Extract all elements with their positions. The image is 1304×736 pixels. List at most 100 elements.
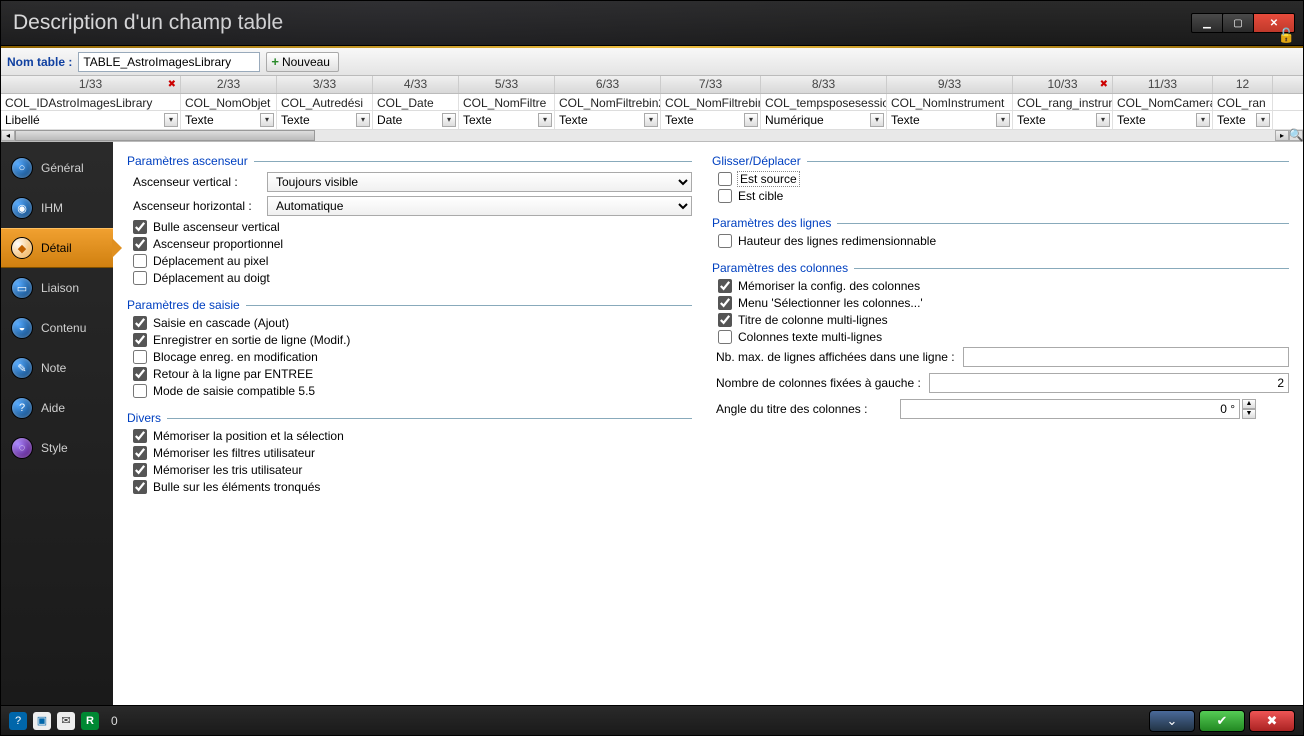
chk-memoriser-tris[interactable] — [133, 463, 147, 477]
r-icon[interactable]: R — [81, 712, 99, 730]
col-delete-icon[interactable]: ✖ — [1100, 79, 1108, 90]
col-num-5[interactable]: 5/33 — [459, 76, 555, 93]
chk-titre-multilignes[interactable] — [718, 313, 732, 327]
help-icon[interactable]: ? — [9, 712, 27, 730]
col-type-11[interactable]: Texte▾ — [1113, 111, 1213, 128]
dropdown-icon[interactable]: ▾ — [996, 113, 1010, 127]
dropdown-button[interactable]: ⌄ — [1149, 710, 1195, 732]
chk-est-cible[interactable] — [718, 189, 732, 203]
col-num-12[interactable]: 12 — [1213, 76, 1273, 93]
vscroll-select[interactable]: Toujours visible — [267, 172, 692, 192]
angle-up-button[interactable]: ▲ — [1242, 399, 1256, 409]
chk-bulle-tronques[interactable] — [133, 480, 147, 494]
col-type-4[interactable]: Date▾ — [373, 111, 459, 128]
col-num-7[interactable]: 7/33 — [661, 76, 761, 93]
sidebar-item-contenu[interactable]: ◒Contenu — [1, 308, 113, 348]
col-type-7[interactable]: Texte▾ — [661, 111, 761, 128]
columns-hscrollbar[interactable]: ◂ ▸ 🔍 — [1, 129, 1303, 141]
chk-memoriser-pos[interactable] — [133, 429, 147, 443]
chk-menu-select-cols[interactable] — [718, 296, 732, 310]
angle-down-button[interactable]: ▼ — [1242, 409, 1256, 419]
chk-memoriser-filtres[interactable] — [133, 446, 147, 460]
angle-input[interactable] — [900, 399, 1240, 419]
sidebar-item-ihm[interactable]: ◉IHM — [1, 188, 113, 228]
sidebar-item-aide[interactable]: ?Aide — [1, 388, 113, 428]
chk-texte-multilignes[interactable] — [718, 330, 732, 344]
sidebar-item-général[interactable]: ○Général — [1, 148, 113, 188]
col-head-6[interactable]: COL_NomFiltrebin2 — [555, 94, 661, 111]
chk-deplacement-pixel[interactable] — [133, 254, 147, 268]
col-type-5[interactable]: Texte▾ — [459, 111, 555, 128]
sidebar-item-liaison[interactable]: ▭Liaison — [1, 268, 113, 308]
cancel-button[interactable]: ✖ — [1249, 710, 1295, 732]
chk-bulle-vscroll[interactable] — [133, 220, 147, 234]
dropdown-icon[interactable]: ▾ — [260, 113, 274, 127]
mail-icon[interactable]: ✉ — [57, 712, 75, 730]
scroll-thumb[interactable] — [15, 130, 315, 141]
chk-cascade[interactable] — [133, 316, 147, 330]
col-type-9[interactable]: Texte▾ — [887, 111, 1013, 128]
image-icon[interactable]: ▣ — [33, 712, 51, 730]
col-head-1[interactable]: COL_IDAstroImagesLibrary — [1, 94, 181, 111]
table-name-input[interactable] — [78, 52, 260, 72]
dropdown-icon[interactable]: ▾ — [1096, 113, 1110, 127]
col-num-11[interactable]: 11/33 — [1113, 76, 1213, 93]
col-type-8[interactable]: Numérique▾ — [761, 111, 887, 128]
hscroll-select[interactable]: Automatique — [267, 196, 692, 216]
sidebar-item-style[interactable]: ◌Style — [1, 428, 113, 468]
col-num-9[interactable]: 9/33 — [887, 76, 1013, 93]
chk-retour-entree[interactable] — [133, 367, 147, 381]
chk-memoriser-config[interactable] — [718, 279, 732, 293]
scroll-right-button[interactable]: ▸ — [1275, 130, 1289, 141]
chk-deplacement-doigt[interactable] — [133, 271, 147, 285]
chk-enregistrer-sortie[interactable] — [133, 333, 147, 347]
col-head-8[interactable]: COL_tempsposesession — [761, 94, 887, 111]
col-head-11[interactable]: COL_NomCamera — [1113, 94, 1213, 111]
dropdown-icon[interactable]: ▾ — [644, 113, 658, 127]
col-head-3[interactable]: COL_Autredési — [277, 94, 373, 111]
col-type-2[interactable]: Texte▾ — [181, 111, 277, 128]
dropdown-icon[interactable]: ▾ — [164, 113, 178, 127]
sidebar-item-détail[interactable]: ◆Détail — [1, 228, 113, 268]
dropdown-icon[interactable]: ▾ — [1256, 113, 1270, 127]
max-lines-input[interactable] — [963, 347, 1289, 367]
dropdown-icon[interactable]: ▾ — [1196, 113, 1210, 127]
col-type-3[interactable]: Texte▾ — [277, 111, 373, 128]
dropdown-icon[interactable]: ▾ — [356, 113, 370, 127]
maximize-button[interactable]: ▢ — [1222, 13, 1254, 33]
chk-est-source[interactable] — [718, 172, 732, 186]
chk-blocage[interactable] — [133, 350, 147, 364]
col-head-9[interactable]: COL_NomInstrument — [887, 94, 1013, 111]
col-num-10[interactable]: 10/33✖ — [1013, 76, 1113, 93]
col-num-8[interactable]: 8/33 — [761, 76, 887, 93]
col-head-5[interactable]: COL_NomFiltre — [459, 94, 555, 111]
col-type-10[interactable]: Texte▾ — [1013, 111, 1113, 128]
col-delete-icon[interactable]: ✖ — [168, 79, 176, 90]
col-head-12[interactable]: COL_ran — [1213, 94, 1273, 111]
col-head-7[interactable]: COL_NomFiltrebin3 — [661, 94, 761, 111]
sidebar-item-note[interactable]: ✎Note — [1, 348, 113, 388]
new-button[interactable]: +Nouveau — [266, 52, 339, 72]
col-head-2[interactable]: COL_NomObjet — [181, 94, 277, 111]
lock-icon[interactable]: 🔓 — [1278, 27, 1295, 44]
col-type-1[interactable]: Libellé▾ — [1, 111, 181, 128]
ok-button[interactable]: ✔ — [1199, 710, 1245, 732]
dropdown-icon[interactable]: ▾ — [538, 113, 552, 127]
col-head-4[interactable]: COL_Date — [373, 94, 459, 111]
chk-proportionnel[interactable] — [133, 237, 147, 251]
col-num-6[interactable]: 6/33 — [555, 76, 661, 93]
dropdown-icon[interactable]: ▾ — [442, 113, 456, 127]
chk-compat55[interactable] — [133, 384, 147, 398]
col-type-12[interactable]: Texte▾ — [1213, 111, 1273, 128]
col-num-3[interactable]: 3/33 — [277, 76, 373, 93]
col-num-4[interactable]: 4/33 — [373, 76, 459, 93]
dropdown-icon[interactable]: ▾ — [870, 113, 884, 127]
col-head-10[interactable]: COL_rang_instrum — [1013, 94, 1113, 111]
binoculars-icon[interactable]: 🔍 — [1289, 130, 1303, 141]
dropdown-icon[interactable]: ▾ — [744, 113, 758, 127]
col-num-2[interactable]: 2/33 — [181, 76, 277, 93]
fixed-cols-input[interactable] — [929, 373, 1289, 393]
chk-hauteur-redim[interactable] — [718, 234, 732, 248]
col-num-1[interactable]: 1/33✖ — [1, 76, 181, 93]
minimize-button[interactable]: ▁ — [1191, 13, 1223, 33]
